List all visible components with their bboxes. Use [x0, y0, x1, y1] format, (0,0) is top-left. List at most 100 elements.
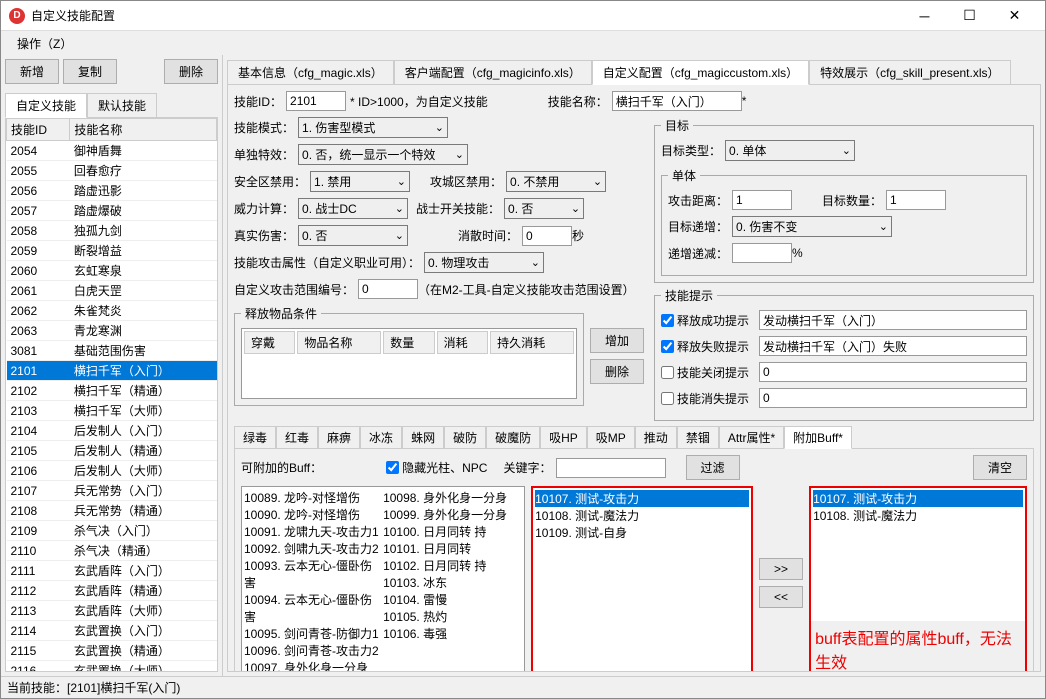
- skill-row[interactable]: 2060玄虹寒泉: [7, 261, 217, 281]
- power-select[interactable]: 0. 战士DC: [298, 198, 408, 219]
- skill-row[interactable]: 2116玄武置换（大师）: [7, 661, 217, 673]
- tab-custom[interactable]: 自定义配置（cfg_magiccustom.xls）: [592, 60, 809, 85]
- skill-row[interactable]: 2111玄武盾阵（入门）: [7, 561, 217, 581]
- range-input[interactable]: [358, 279, 418, 299]
- tab-custom-skills[interactable]: 自定义技能: [5, 93, 87, 118]
- skill-row[interactable]: 2056踏虚迅影: [7, 181, 217, 201]
- tab-basic[interactable]: 基本信息（cfg_magic.xls）: [227, 60, 394, 85]
- add-item-button[interactable]: 增加: [590, 328, 644, 353]
- maximize-button[interactable]: ☐: [947, 2, 992, 30]
- buff-selected-middle[interactable]: 10107. 测试-攻击力10108. 测试-魔法力10109. 测试-自身: [531, 486, 753, 672]
- buff-tab[interactable]: 推动: [635, 426, 677, 449]
- chk-fail[interactable]: 释放失败提示: [661, 338, 749, 355]
- list-item[interactable]: 10091. 龙啸九天-攻击力1: [244, 523, 383, 540]
- incr-select[interactable]: 0. 伤害不变: [732, 216, 892, 237]
- skill-row[interactable]: 2059断裂增益: [7, 241, 217, 261]
- buff-tab[interactable]: 破魔防: [486, 426, 540, 449]
- mode-select[interactable]: 1. 伤害型模式: [298, 117, 448, 138]
- buff-tab[interactable]: 冰冻: [360, 426, 402, 449]
- target-type-select[interactable]: 0. 单体: [725, 140, 855, 161]
- skill-row[interactable]: 2057踏虚爆破: [7, 201, 217, 221]
- buff-tab[interactable]: 麻痹: [318, 426, 360, 449]
- skill-row[interactable]: 2105后发制人（精通）: [7, 441, 217, 461]
- list-item[interactable]: 10090. 龙吟-对怪增伤: [244, 506, 383, 523]
- decr-input[interactable]: [732, 243, 792, 263]
- new-button[interactable]: 新增: [5, 59, 59, 84]
- copy-button[interactable]: 复制: [63, 59, 117, 84]
- fail-text[interactable]: [759, 336, 1027, 356]
- real-select[interactable]: 0. 否: [298, 225, 408, 246]
- skill-row[interactable]: 2104后发制人（入门）: [7, 421, 217, 441]
- skill-row[interactable]: 2101横扫千军（入门）: [7, 361, 217, 381]
- list-item[interactable]: 10104. 雷慢: [383, 591, 522, 608]
- list-item[interactable]: 10097. 身外化身一分身: [244, 659, 383, 672]
- skill-row[interactable]: 2063青龙寒渊: [7, 321, 217, 341]
- chk-close[interactable]: 技能关闭提示: [661, 364, 749, 381]
- list-item[interactable]: 10100. 日月同转 持: [383, 523, 522, 540]
- list-item[interactable]: 10094. 云本无心-僵卧伤害: [244, 591, 383, 625]
- skill-row[interactable]: 3081基础范围伤害: [7, 341, 217, 361]
- success-text[interactable]: [759, 310, 1027, 330]
- disperse-input[interactable]: [522, 226, 572, 246]
- skill-row[interactable]: 2102横扫千军（精通）: [7, 381, 217, 401]
- list-item[interactable]: 10108. 测试-魔法力: [813, 507, 1023, 524]
- buff-source-list[interactable]: 10089. 龙吟-对怪增伤10090. 龙吟-对怪增伤10091. 龙啸九天-…: [241, 486, 525, 672]
- skill-row[interactable]: 2103横扫千军（大师）: [7, 401, 217, 421]
- list-item[interactable]: 10099. 身外化身一分身: [383, 506, 522, 523]
- skill-row[interactable]: 2108兵无常势（精通）: [7, 501, 217, 521]
- dist-input[interactable]: [732, 190, 792, 210]
- effect-select[interactable]: 0. 否，统一显示一个特效: [298, 144, 468, 165]
- list-item[interactable]: 10093. 云本无心-僵卧伤害: [244, 557, 383, 591]
- list-item[interactable]: 10107. 测试-攻击力: [813, 490, 1023, 507]
- list-item[interactable]: 10105. 热灼: [383, 608, 522, 625]
- tab-client[interactable]: 客户端配置（cfg_magicinfo.xls）: [394, 60, 592, 85]
- count-input[interactable]: [886, 190, 946, 210]
- skill-row[interactable]: 2062朱雀梵炎: [7, 301, 217, 321]
- skill-row[interactable]: 2061白虎天罡: [7, 281, 217, 301]
- buff-tab[interactable]: 吸HP: [540, 426, 587, 449]
- chk-success[interactable]: 释放成功提示: [661, 312, 749, 329]
- buff-tab[interactable]: Attr属性*: [719, 426, 784, 449]
- buff-tab[interactable]: 绿毒: [234, 426, 276, 449]
- list-item[interactable]: 10092. 剑啸九天-攻击力2: [244, 540, 383, 557]
- list-item[interactable]: 10101. 日月同转: [383, 540, 522, 557]
- move-right-button[interactable]: >>: [759, 558, 803, 580]
- buff-tab[interactable]: 附加Buff*: [784, 426, 852, 449]
- delete-button[interactable]: 删除: [164, 59, 218, 84]
- buff-tab[interactable]: 红毒: [276, 426, 318, 449]
- list-item[interactable]: 10098. 身外化身一分身: [383, 489, 522, 506]
- skill-row[interactable]: 2113玄武盾阵（大师）: [7, 601, 217, 621]
- list-item[interactable]: 10108. 测试-魔法力: [535, 507, 749, 524]
- buff-applied-list[interactable]: 10107. 测试-攻击力10108. 测试-魔法力: [811, 488, 1025, 621]
- skill-row[interactable]: 2054御神盾舞: [7, 141, 217, 161]
- close-button[interactable]: ✕: [992, 2, 1037, 30]
- menu-operation[interactable]: 操作（Z）: [11, 33, 78, 54]
- move-left-button[interactable]: <<: [759, 586, 803, 608]
- list-item[interactable]: 10096. 剑问青苍-攻击力2: [244, 642, 383, 659]
- skill-row[interactable]: 2109杀气决（入门）: [7, 521, 217, 541]
- buff-tab[interactable]: 破防: [444, 426, 486, 449]
- skill-row[interactable]: 2115玄武置换（精通）: [7, 641, 217, 661]
- minimize-button[interactable]: ─: [902, 2, 947, 30]
- switch-select[interactable]: 0. 否: [504, 198, 584, 219]
- tab-effect[interactable]: 特效展示（cfg_skill_present.xls）: [809, 60, 1010, 85]
- skill-name-input[interactable]: [612, 91, 742, 111]
- list-item[interactable]: 10109. 测试-自身: [535, 524, 749, 541]
- skill-row[interactable]: 2055回春愈疗: [7, 161, 217, 181]
- keyword-input[interactable]: [556, 458, 666, 478]
- chk-disappear[interactable]: 技能消失提示: [661, 390, 749, 407]
- skill-list[interactable]: 技能ID 技能名称 2054御神盾舞2055回春愈疗2056踏虚迅影2057踏虚…: [5, 117, 218, 672]
- skill-id-input[interactable]: [286, 91, 346, 111]
- del-item-button[interactable]: 删除: [590, 359, 644, 384]
- close-text[interactable]: [759, 362, 1027, 382]
- list-item[interactable]: 10089. 龙吟-对怪增伤: [244, 489, 383, 506]
- list-item[interactable]: 10102. 日月同转 持: [383, 557, 522, 574]
- list-item[interactable]: 10107. 测试-攻击力: [535, 490, 749, 507]
- skill-row[interactable]: 2112玄武盾阵（精通）: [7, 581, 217, 601]
- filter-button[interactable]: 过滤: [686, 455, 740, 480]
- buff-tab[interactable]: 蛛网: [402, 426, 444, 449]
- skill-row[interactable]: 2110杀气决（精通）: [7, 541, 217, 561]
- siege-select[interactable]: 0. 不禁用: [506, 171, 606, 192]
- skill-row[interactable]: 2114玄武置换（入门）: [7, 621, 217, 641]
- skill-row[interactable]: 2106后发制人（大师）: [7, 461, 217, 481]
